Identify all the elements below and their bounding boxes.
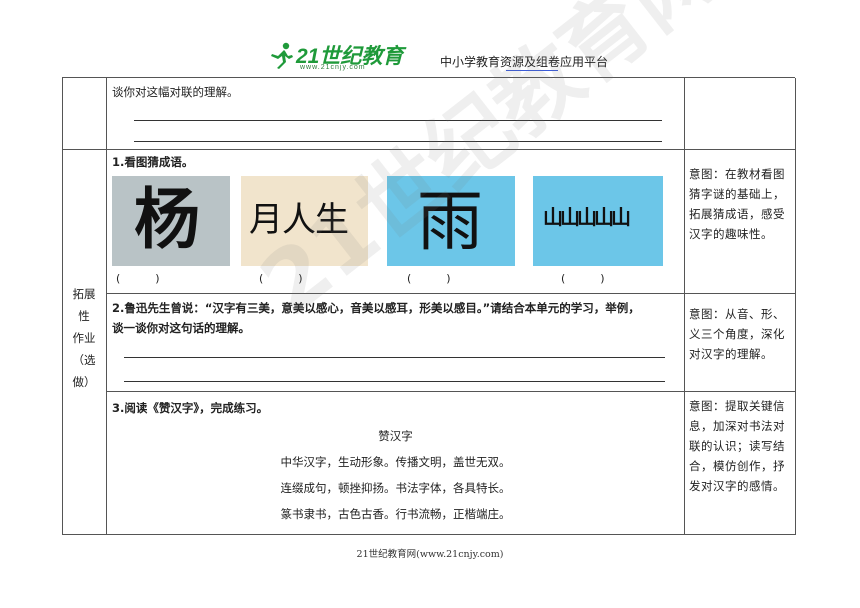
answer-line[interactable] [134, 141, 662, 142]
poem-line: 篆书隶书，古色古香。行书流畅，正楷端庄。 [280, 507, 511, 521]
grid-line [684, 78, 685, 534]
section-label-line: 拓展 [72, 287, 96, 301]
grid-line [62, 78, 63, 534]
site-logo[interactable]: 21世纪教育 www.21cnjy.com [268, 40, 403, 74]
picture-glyph: 山山山山山 [543, 205, 631, 229]
answer-line[interactable] [134, 120, 662, 121]
q3-intent-note: 意图：提取关键信息，加深对书法对联的认识；读写结合，模仿创作，抒发对汉字的感情。 [689, 399, 785, 493]
grid-line [106, 391, 796, 392]
section-label-line: （选 [72, 353, 96, 367]
idiom-picture-1: 杨 [112, 176, 230, 266]
answer-line[interactable] [124, 381, 665, 382]
answer-blank[interactable]: ( ) [561, 272, 605, 285]
tagline-underline [506, 70, 558, 71]
idiom-picture-2: 月人生 [241, 176, 368, 266]
picture-glyph: 月人生 [249, 200, 349, 240]
site-tagline: 中小学教育资源及组卷应用平台 [440, 55, 609, 69]
idiom-picture-3: 雨 [387, 176, 515, 266]
answer-blank[interactable]: ( ) [407, 272, 451, 285]
poem-line: 连缀成句，顿挫抑扬。书法字体，各具特长。 [280, 481, 511, 495]
picture-glyph: 雨 [417, 183, 483, 260]
q1-title: 1.看图猜成语。 [112, 155, 194, 169]
poem-title: 赞汉字 [378, 429, 413, 443]
runner-logo-icon [271, 42, 293, 69]
couplet-prompt: 谈你对这幅对联的理解。 [112, 85, 239, 99]
page-footer: 21世纪教育网(www.21cnjy.com) [356, 549, 504, 560]
section-label-line: 做） [72, 375, 96, 389]
answer-line[interactable] [124, 357, 665, 358]
grid-line [795, 78, 796, 534]
header-rule [62, 77, 795, 78]
q3-title: 3.阅读《赞汉字》，完成练习。 [112, 401, 269, 415]
section-label-line: 作业 [72, 331, 96, 345]
q2-intent-note: 意图：从音、形、义三个角度，深化对汉字的理解。 [689, 307, 785, 361]
answer-blank[interactable]: ( ) [116, 272, 160, 285]
grid-line [106, 293, 796, 294]
q1-intent-note: 意图：在教材看图猜字谜的基础上，拓展猜成语，感受汉字的趣味性。 [689, 167, 785, 241]
idiom-picture-4: 山山山山山 [533, 176, 663, 266]
page-header: 21世纪教育 www.21cnjy.com 中小学教育资源及组卷应用平台 [0, 0, 860, 78]
section-label-line: 性 [78, 309, 90, 323]
picture-glyph: 杨 [134, 181, 200, 258]
grid-line [62, 149, 796, 150]
poem-line: 中华汉字，生动形象。传播文明，盖世无双。 [280, 455, 511, 469]
grid-line [62, 534, 796, 535]
logo-url: www.21cnjy.com [300, 64, 366, 71]
q2-title: 2.鲁迅先生曾说：“汉字有三美，意美以感心，音美以感耳，形美以感目。”请结合本单… [112, 301, 640, 315]
q2-title-cont: 谈一谈你对这句话的理解。 [112, 321, 250, 335]
answer-blank[interactable]: ( ) [259, 272, 303, 285]
